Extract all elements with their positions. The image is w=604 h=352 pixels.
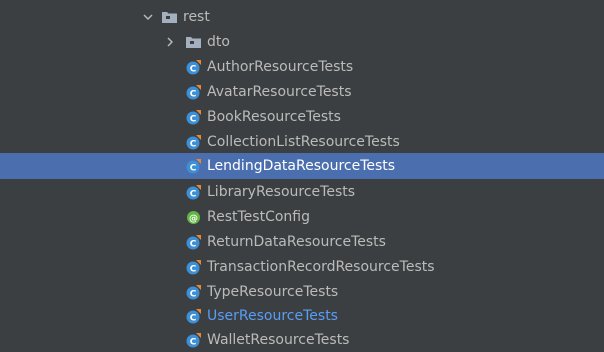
junit-test-class-icon: C [186, 109, 201, 125]
tree-folder-label: dto [207, 34, 230, 50]
tree-file-item[interactable]: C AuthorResourceTests [0, 55, 604, 79]
tree-folder-label: rest [183, 9, 210, 25]
svg-text:@: @ [189, 214, 198, 224]
tree-file-label: TransactionRecordResourceTests [207, 259, 435, 275]
tree-file-label: LendingDataResourceTests [207, 158, 396, 174]
junit-test-class-icon: C [186, 84, 201, 100]
tree-file-label: ReturnDataResourceTests [207, 234, 386, 250]
tree-file-label: BookResourceTests [207, 109, 341, 125]
svg-text:C: C [190, 163, 197, 173]
junit-test-class-icon: C [186, 134, 201, 150]
tree-file-item[interactable]: C BookResourceTests [0, 105, 604, 129]
tree-file-item[interactable]: C WalletResourceTests [0, 328, 604, 352]
tree-file-item[interactable]: C LibraryResourceTests [0, 180, 604, 204]
tree-file-item[interactable]: C ReturnDataResourceTests [0, 230, 604, 254]
tree-file-item[interactable]: C TypeResourceTests [0, 280, 604, 304]
tree-file-item[interactable]: @ RestTestConfig [0, 205, 604, 229]
tree-file-label: RestTestConfig [207, 209, 310, 225]
project-tree: rest dto C AuthorResourceTests C AvatarR… [0, 0, 604, 352]
svg-text:C: C [190, 264, 197, 274]
svg-text:C: C [190, 189, 197, 199]
folder-icon [162, 11, 177, 23]
chevron-down-icon[interactable] [142, 11, 154, 23]
tree-file-item[interactable]: C AvatarResourceTests [0, 80, 604, 104]
config-annotation-icon: @ [186, 210, 201, 225]
tree-file-item[interactable]: C TransactionRecordResourceTests [0, 255, 604, 279]
tree-file-item[interactable]: C CollectionListResourceTests [0, 130, 604, 154]
junit-test-class-icon: C [186, 259, 201, 275]
tree-file-label: TypeResourceTests [207, 284, 339, 300]
svg-text:C: C [190, 139, 197, 149]
svg-text:C: C [190, 337, 197, 347]
tree-file-label: AuthorResourceTests [207, 59, 354, 75]
junit-test-class-icon: C [186, 234, 201, 250]
svg-text:C: C [190, 313, 197, 323]
svg-text:C: C [190, 289, 197, 299]
tree-file-label: WalletResourceTests [207, 332, 350, 348]
svg-text:C: C [190, 239, 197, 249]
tree-file-label: CollectionListResourceTests [207, 134, 400, 150]
junit-test-class-icon: C [186, 59, 201, 75]
tree-file-label-modified: UserResourceTests [207, 308, 338, 324]
tree-file-label: LibraryResourceTests [207, 184, 356, 200]
svg-text:C: C [190, 89, 197, 99]
svg-text:C: C [190, 64, 197, 74]
tree-file-label: AvatarResourceTests [207, 84, 352, 100]
svg-text:C: C [190, 114, 197, 124]
tree-folder-rest[interactable]: rest [0, 5, 604, 29]
junit-test-class-icon: C [186, 158, 201, 174]
folder-icon [186, 36, 201, 48]
tree-file-item-selected[interactable]: C LendingDataResourceTests [0, 153, 604, 179]
junit-test-class-icon: C [186, 308, 201, 324]
junit-test-class-icon: C [186, 332, 201, 348]
junit-test-class-icon: C [186, 184, 201, 200]
junit-test-class-icon: C [186, 284, 201, 300]
tree-file-item[interactable]: C UserResourceTests [0, 304, 604, 328]
tree-folder-dto[interactable]: dto [0, 30, 604, 54]
chevron-right-icon[interactable] [164, 36, 176, 48]
